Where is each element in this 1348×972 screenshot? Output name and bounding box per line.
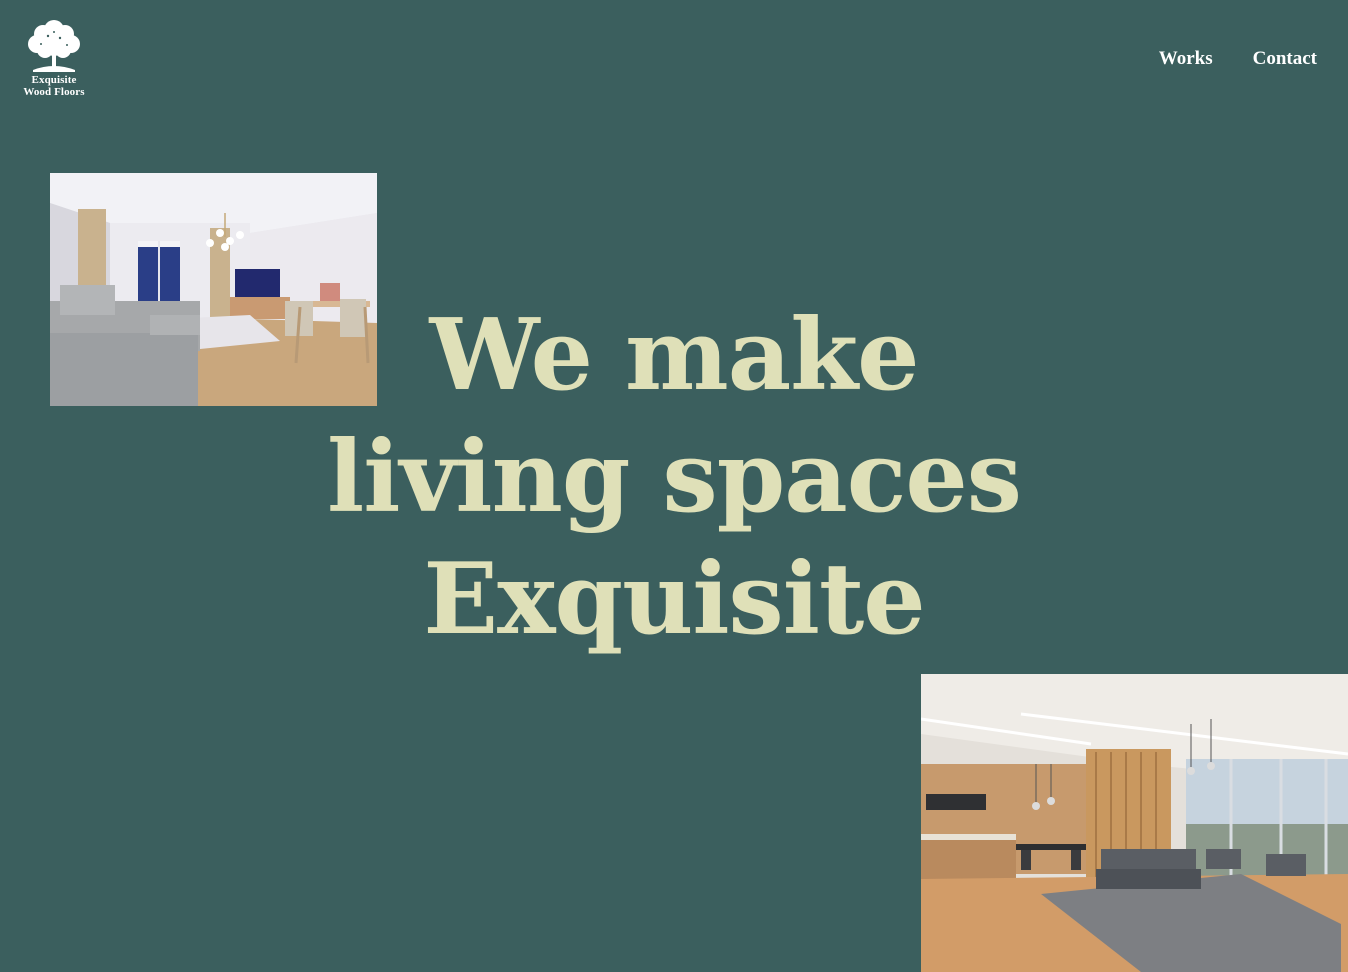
brand-logo[interactable]: Exquisite Wood Floors: [14, 16, 94, 104]
nav-contact-link[interactable]: Contact: [1253, 47, 1317, 71]
brand-name-line1: Exquisite: [31, 74, 77, 86]
hero-headline: We make living spaces Exquisite: [0, 295, 1348, 661]
open-plan-living-photo: [921, 674, 1348, 972]
hero-line-2: living spaces: [327, 420, 1022, 535]
nav-works-link[interactable]: Works: [1159, 47, 1213, 71]
main-nav: Works Contact: [1159, 47, 1317, 71]
hero-line-1: We make: [429, 298, 920, 413]
hero-line-3: Exquisite: [423, 542, 925, 657]
brand-name-line2: Wood Floors: [23, 86, 85, 98]
tree-icon: [28, 20, 80, 72]
